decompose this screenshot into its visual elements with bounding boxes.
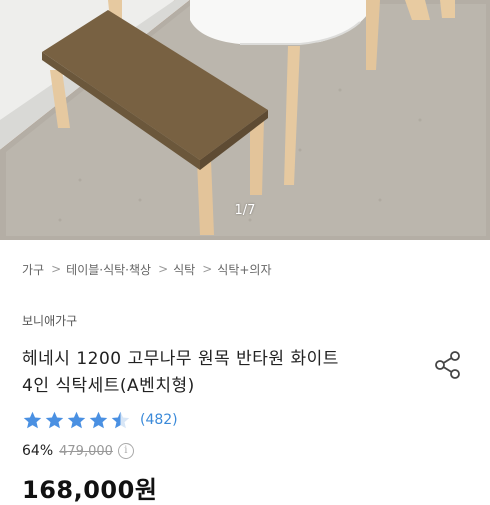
review-count[interactable]: (482)	[140, 412, 178, 428]
breadcrumb: 가구 > 테이블·식탁·책상 > 식탁 > 식탁+의자	[22, 258, 272, 280]
page-indicator: 1/7	[234, 203, 256, 218]
product-title: 헤네시 1200 고무나무 원목 반타원 화이트 4인 식탁세트(A벤치형)	[22, 346, 402, 400]
product-title-line1: 헤네시 1200 고무나무 원목 반타원 화이트	[22, 349, 339, 369]
breadcrumb-item-dining-table[interactable]: 식탁	[173, 261, 195, 278]
star-icon	[67, 411, 86, 428]
share-icon	[435, 351, 460, 379]
original-price: 479,000	[59, 443, 113, 459]
breadcrumb-item-table-desk[interactable]: 테이블·식탁·책상	[66, 261, 151, 278]
star-icon	[89, 411, 108, 428]
star-half-icon	[111, 411, 130, 428]
product-image[interactable]: 1/7	[0, 0, 490, 240]
rating-row[interactable]: (482)	[22, 409, 178, 431]
chevron-right-icon: >	[51, 262, 62, 276]
product-title-line2: 4인 식탁세트(A벤치형)	[22, 376, 195, 396]
discount-row: 64% 479,000 i	[22, 441, 134, 461]
breadcrumb-item-furniture[interactable]: 가구	[22, 261, 44, 278]
chevron-right-icon: >	[202, 262, 213, 276]
star-icon	[45, 411, 64, 428]
share-button[interactable]	[432, 349, 464, 381]
discount-rate: 64%	[22, 443, 54, 459]
breadcrumb-item-table-chair-set[interactable]: 식탁+의자	[217, 261, 271, 278]
star-icon	[23, 411, 42, 428]
seller-name[interactable]: 보니애가구	[22, 312, 77, 329]
sale-price: 168,000원	[22, 476, 158, 504]
info-icon[interactable]: i	[117, 443, 134, 459]
chevron-right-icon: >	[158, 262, 169, 276]
